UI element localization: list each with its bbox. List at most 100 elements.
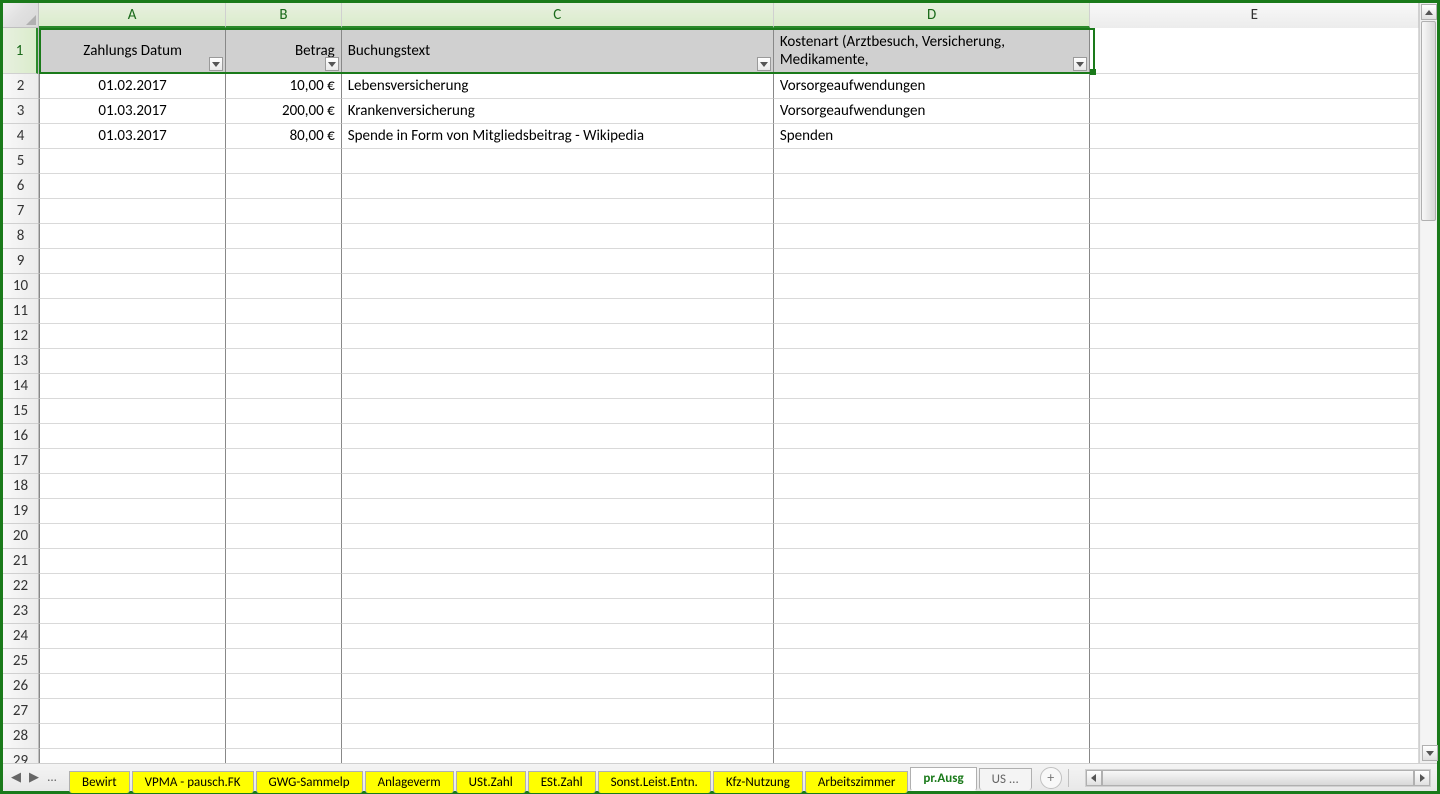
cell-b27[interactable] (226, 699, 342, 724)
select-all-corner[interactable] (3, 3, 39, 28)
row-header-9[interactable]: 9 (3, 249, 38, 274)
cell-b29[interactable] (226, 749, 342, 763)
cell-d11[interactable] (774, 299, 1091, 324)
cell-e8[interactable] (1090, 224, 1419, 249)
cell-e20[interactable] (1090, 524, 1419, 549)
scroll-thumb[interactable] (1421, 21, 1436, 221)
cell-c7[interactable] (342, 199, 774, 224)
filter-dropdown-icon[interactable] (757, 57, 771, 71)
cell-e6[interactable] (1090, 174, 1419, 199)
column-header-a[interactable]: A (39, 3, 226, 28)
tab-nav-next[interactable]: ▶ (25, 769, 43, 787)
cell-a6[interactable] (39, 174, 226, 199)
cell-c25[interactable] (342, 649, 774, 674)
cell-d5[interactable] (774, 149, 1091, 174)
row-header-24[interactable]: 24 (3, 624, 38, 649)
cell-e13[interactable] (1090, 349, 1419, 374)
cell-b28[interactable] (226, 724, 342, 749)
cell-d25[interactable] (774, 649, 1091, 674)
cell-b4[interactable]: 80,00 € (226, 124, 342, 149)
cell-e29[interactable] (1090, 749, 1419, 763)
cell-a24[interactable] (39, 624, 226, 649)
cell-b25[interactable] (226, 649, 342, 674)
scroll-track[interactable] (1421, 21, 1436, 745)
scroll-left-button[interactable] (1086, 770, 1102, 786)
cell-d16[interactable] (774, 424, 1091, 449)
cell-e26[interactable] (1090, 674, 1419, 699)
cell-b18[interactable] (226, 474, 342, 499)
cell-c23[interactable] (342, 599, 774, 624)
cells-area[interactable]: Zahlungs Datum Betrag Buchungstext Koste… (39, 28, 1419, 763)
column-header-b[interactable]: B (226, 3, 342, 28)
cell-a10[interactable] (39, 274, 226, 299)
row-header-4[interactable]: 4 (3, 124, 38, 149)
cell-e5[interactable] (1090, 149, 1419, 174)
sheet-tab[interactable]: VPMA - pausch.FK (132, 771, 254, 793)
cell-c3[interactable]: Krankenversicherung (342, 99, 774, 124)
sheet-tab[interactable]: GWG-Sammelp (256, 771, 363, 793)
sheet-tab[interactable]: USt.Zahl (456, 771, 526, 793)
cell-b21[interactable] (226, 549, 342, 574)
row-header-18[interactable]: 18 (3, 474, 38, 499)
sheet-tab-truncated[interactable]: US ... (979, 768, 1032, 790)
sheet-tab[interactable]: Bewirt (69, 771, 130, 793)
cell-e22[interactable] (1090, 574, 1419, 599)
row-header-16[interactable]: 16 (3, 424, 38, 449)
cell-d22[interactable] (774, 574, 1091, 599)
filter-dropdown-icon[interactable] (209, 57, 223, 71)
cell-a11[interactable] (39, 299, 226, 324)
cell-c14[interactable] (342, 374, 774, 399)
cell-d21[interactable] (774, 549, 1091, 574)
row-header-11[interactable]: 11 (3, 299, 38, 324)
cell-d18[interactable] (774, 474, 1091, 499)
cell-a7[interactable] (39, 199, 226, 224)
cell-c16[interactable] (342, 424, 774, 449)
cell-a17[interactable] (39, 449, 226, 474)
row-header-3[interactable]: 3 (3, 99, 38, 124)
header-cell-kostenart[interactable]: Kostenart (Arztbesuch, Versicherung, Med… (774, 28, 1091, 74)
cell-d4[interactable]: Spenden (774, 124, 1091, 149)
cell-b3[interactable]: 200,00 € (226, 99, 342, 124)
cell-a26[interactable] (39, 674, 226, 699)
cell-b24[interactable] (226, 624, 342, 649)
cell-d12[interactable] (774, 324, 1091, 349)
row-header-19[interactable]: 19 (3, 499, 38, 524)
column-header-c[interactable]: C (342, 3, 774, 28)
scroll-up-button[interactable] (1421, 4, 1437, 20)
cell-d28[interactable] (774, 724, 1091, 749)
cell-c27[interactable] (342, 699, 774, 724)
cell-e3[interactable] (1090, 99, 1419, 124)
cell-d20[interactable] (774, 524, 1091, 549)
hscroll-thumb[interactable] (1102, 770, 1414, 786)
cell-d19[interactable] (774, 499, 1091, 524)
row-header-1[interactable]: 1 (3, 28, 38, 74)
cell-b12[interactable] (226, 324, 342, 349)
cell-b17[interactable] (226, 449, 342, 474)
cell-e17[interactable] (1090, 449, 1419, 474)
new-sheet-button[interactable]: + (1040, 767, 1062, 789)
cell-e16[interactable] (1090, 424, 1419, 449)
row-header-17[interactable]: 17 (3, 449, 38, 474)
row-header-12[interactable]: 12 (3, 324, 38, 349)
cell-a25[interactable] (39, 649, 226, 674)
cell-a2[interactable]: 01.02.2017 (39, 74, 226, 99)
cell-d15[interactable] (774, 399, 1091, 424)
cell-b13[interactable] (226, 349, 342, 374)
cell-e25[interactable] (1090, 649, 1419, 674)
row-header-29[interactable]: 29 (3, 749, 38, 763)
row-header-25[interactable]: 25 (3, 649, 38, 674)
cell-e10[interactable] (1090, 274, 1419, 299)
cell-b19[interactable] (226, 499, 342, 524)
cell-d27[interactable] (774, 699, 1091, 724)
cell-c2[interactable]: Lebensversicherung (342, 74, 774, 99)
cell-d9[interactable] (774, 249, 1091, 274)
column-header-d[interactable]: D (774, 3, 1091, 28)
cell-b10[interactable] (226, 274, 342, 299)
row-header-10[interactable]: 10 (3, 274, 38, 299)
cell-a3[interactable]: 01.03.2017 (39, 99, 226, 124)
sheet-tab[interactable]: ESt.Zahl (528, 771, 596, 793)
cell-c19[interactable] (342, 499, 774, 524)
row-header-23[interactable]: 23 (3, 599, 38, 624)
horizontal-scrollbar[interactable] (1085, 769, 1431, 787)
header-cell-buchungstext[interactable]: Buchungstext (342, 28, 774, 74)
